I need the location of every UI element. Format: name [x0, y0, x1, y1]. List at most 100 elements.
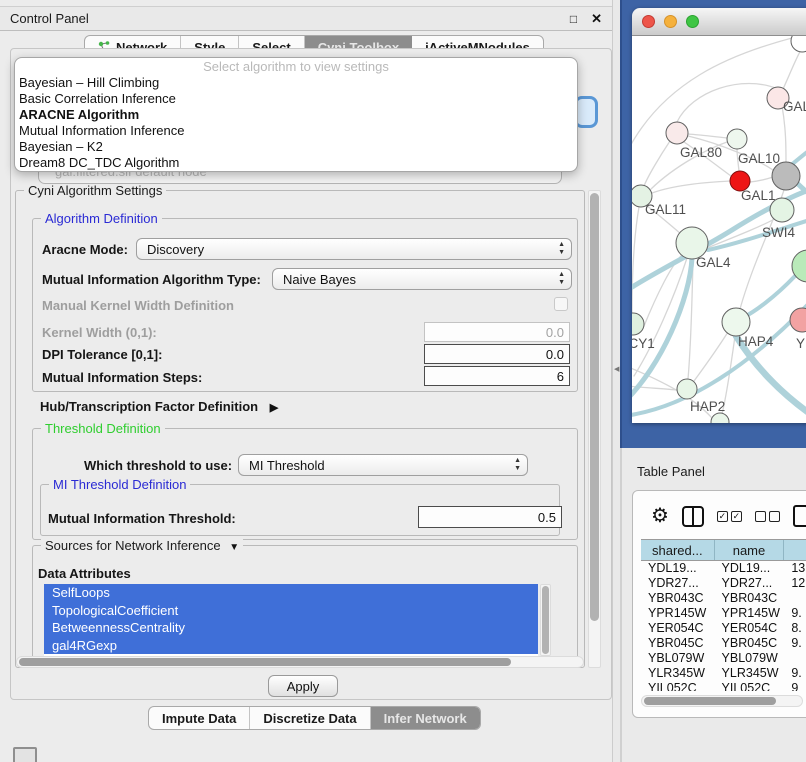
which-threshold-combo[interactable]: MI Threshold ▲▼: [238, 454, 528, 476]
attribute-item-topologicalcoefficient[interactable]: TopologicalCoefficient: [44, 602, 538, 620]
deselect-all-icon[interactable]: [755, 511, 780, 522]
table-body: YDL19...YDL19...13YDR27...YDR27...12YBR0…: [641, 561, 806, 691]
gear-icon[interactable]: ⚙: [651, 506, 669, 526]
network-graph: GALGAL80GAL10GAL1GAL11SWI4GAL4GCY1HAP4YH…: [632, 36, 806, 423]
close-traffic-light[interactable]: [642, 15, 655, 28]
network-edge[interactable]: [694, 332, 728, 381]
network-node[interactable]: [791, 36, 806, 52]
network-node[interactable]: [722, 308, 750, 336]
network-node[interactable]: [790, 308, 806, 332]
table-row[interactable]: YDR27...YDR27...12: [641, 576, 806, 591]
algorithm-option-bayesian-hill-climbing[interactable]: Bayesian – Hill Climbing: [15, 75, 577, 91]
table-hscroll-thumb[interactable]: [644, 697, 776, 705]
table-cell: YPR145W: [715, 606, 785, 621]
network-edge[interactable]: [632, 207, 639, 313]
mi-type-label: Mutual Information Algorithm Type:: [42, 272, 261, 287]
splitter-collapse-icon[interactable]: ◀: [614, 365, 619, 373]
attr-list-scroll-thumb[interactable]: [542, 586, 549, 654]
column-header-a[interactable]: A: [784, 540, 806, 560]
which-threshold-label: Which threshold to use:: [84, 458, 232, 473]
network-node[interactable]: [772, 162, 800, 190]
bottom-tab-infer-network[interactable]: Infer Network: [371, 707, 480, 729]
network-node[interactable]: [727, 129, 747, 149]
sources-group-toggle[interactable]: Sources for Network Inference ▼: [41, 538, 243, 553]
split-columns-icon[interactable]: [682, 506, 704, 527]
table-row[interactable]: YBR045CYBR045C9.: [641, 636, 806, 651]
table-panel-title: Table Panel: [637, 464, 705, 479]
table-row[interactable]: YBR043CYBR043C: [641, 591, 806, 606]
algorithm-option-bayesian-k2[interactable]: Bayesian – K2: [15, 139, 577, 155]
algorithm-option-mutual-information-inference[interactable]: Mutual Information Inference: [15, 123, 577, 139]
network-edge[interactable]: [790, 144, 806, 166]
aracne-mode-combo[interactable]: Discovery ▲▼: [136, 238, 572, 260]
mi-type-value: Naive Bayes: [283, 272, 356, 287]
bottom-tab-impute-data[interactable]: Impute Data: [149, 707, 250, 729]
settings-vertical-scrollbar[interactable]: [588, 190, 601, 668]
apply-button[interactable]: Apply: [268, 675, 338, 697]
bottom-tab-impute-data-label: Impute Data: [162, 711, 236, 726]
kernel-width-field[interactable]: 0.0: [424, 322, 570, 342]
table-row[interactable]: YIL052CYIL052C9: [641, 681, 806, 691]
dpi-tolerance-field[interactable]: 0.0: [424, 344, 570, 364]
table-horizontal-scrollbar[interactable]: [641, 695, 803, 707]
network-node[interactable]: [666, 122, 688, 144]
node-table: shared...nameA YDL19...YDL19...13YDR27..…: [641, 539, 806, 691]
network-view-window[interactable]: GALGAL80GAL10GAL1GAL11SWI4GAL4GCY1HAP4YH…: [632, 8, 806, 423]
attribute-item-betweennesscentrality[interactable]: BetweennessCentrality: [44, 619, 538, 637]
hub-section-label: Hub/Transcription Factor Definition: [40, 399, 258, 414]
new-table-icon[interactable]: [793, 505, 806, 527]
table-cell: 12: [784, 576, 806, 591]
table-row[interactable]: YLR345WYLR345W9.: [641, 666, 806, 681]
table-cell: 9.: [784, 636, 806, 651]
zoom-traffic-light[interactable]: [686, 15, 699, 28]
network-edge[interactable]: [677, 83, 778, 122]
network-edge[interactable]: [644, 141, 670, 186]
node-label-gal1: GAL1: [741, 188, 776, 203]
settings-vscroll-thumb[interactable]: [590, 193, 599, 621]
network-node[interactable]: [677, 379, 697, 399]
float-window-icon[interactable]: □: [570, 12, 577, 26]
table-cell: YBL079W: [641, 651, 715, 666]
network-canvas[interactable]: GALGAL80GAL10GAL1GAL11SWI4GAL4GCY1HAP4YH…: [632, 36, 806, 423]
bottom-tab-discretize-data[interactable]: Discretize Data: [250, 707, 370, 729]
table-cell: YDL19...: [715, 561, 785, 576]
minimize-traffic-light[interactable]: [664, 15, 677, 28]
hub-section-toggle[interactable]: Hub/Transcription Factor Definition ▶: [40, 399, 278, 414]
combo-caret-icon: ▲▼: [558, 241, 565, 257]
aracne-mode-label: Aracne Mode:: [42, 242, 128, 257]
network-edge[interactable]: [744, 276, 795, 317]
table-row[interactable]: YER054CYER054C8.: [641, 621, 806, 636]
table-row[interactable]: YPR145WYPR145W9.: [641, 606, 806, 621]
attr-list-scrollbar[interactable]: [540, 584, 551, 656]
network-edge[interactable]: [782, 106, 786, 162]
table-row[interactable]: YDL19...YDL19...13: [641, 561, 806, 576]
dropdown-placeholder: Select algorithm to view settings: [15, 58, 577, 75]
algorithm-option-basic-correlation-inference[interactable]: Basic Correlation Inference: [15, 91, 577, 107]
algorithm-option-aracne-algorithm[interactable]: ARACNE Algorithm: [15, 107, 577, 123]
network-edge[interactable]: [750, 177, 773, 182]
mi-steps-field[interactable]: 6: [424, 366, 570, 386]
table-cell: YBR043C: [641, 591, 715, 606]
minimized-panel-icon[interactable]: [13, 747, 37, 762]
table-row[interactable]: YBL079WYBL079W: [641, 651, 806, 666]
settings-horizontal-scrollbar[interactable]: [16, 656, 584, 668]
manual-kernel-checkbox[interactable]: [554, 297, 568, 311]
network-window-titlebar[interactable]: [632, 8, 806, 36]
attribute-item-selfloops[interactable]: SelfLoops: [44, 584, 538, 602]
mi-type-combo[interactable]: Naive Bayes ▲▼: [272, 268, 572, 290]
attribute-item-gal4rgexp[interactable]: gal4RGexp: [44, 637, 538, 655]
node-label-gal: GAL: [783, 99, 806, 114]
algorithm-option-dream8-dc-tdc-algorithm[interactable]: Dream8 DC_TDC Algorithm: [15, 155, 577, 171]
column-header-shared[interactable]: shared...: [641, 540, 715, 560]
network-edge[interactable]: [783, 48, 802, 89]
network-edge[interactable]: [652, 181, 730, 193]
settings-hscroll-thumb[interactable]: [19, 658, 511, 666]
panel-splitter[interactable]: ◀: [612, 0, 620, 762]
select-all-icon[interactable]: ✓ ✓: [717, 511, 742, 522]
control-panel: Control Panel □ ✕ NetworkStyleSelectCyni…: [0, 0, 612, 762]
column-header-name[interactable]: name: [715, 540, 785, 560]
close-icon[interactable]: ✕: [591, 11, 602, 27]
network-node[interactable]: [711, 413, 729, 423]
network-node[interactable]: [632, 313, 644, 335]
mi-threshold-field[interactable]: 0.5: [418, 506, 562, 528]
